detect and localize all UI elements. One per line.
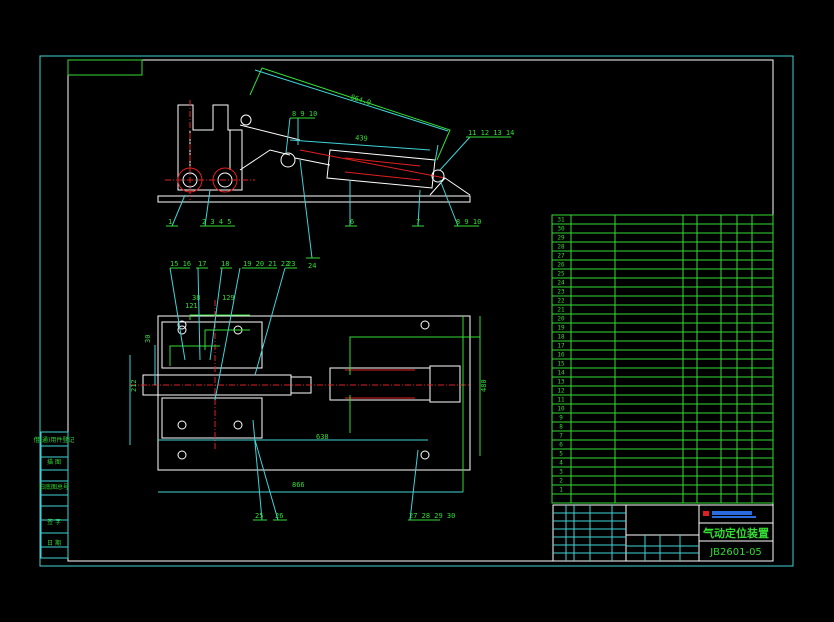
dim-129: 129 (222, 294, 235, 302)
balloon: 7 (416, 218, 420, 226)
parts-row-number: 1 (559, 487, 563, 494)
parts-row-number: 14 (557, 370, 565, 377)
parts-row-number: 9 (559, 415, 563, 422)
drawing-number: JB2601-05 (709, 547, 762, 558)
parts-row-number: 7 (559, 433, 563, 440)
balloon: 27 28 29 30 (409, 512, 455, 520)
dim-121: 121 (185, 302, 198, 310)
balloon: 15 16 (170, 260, 191, 268)
dim-638: 638 (316, 433, 329, 441)
parts-row-number: 28 (557, 244, 565, 251)
balloon: 8 9 10 (456, 218, 481, 226)
dim-overall: 864.9 (349, 93, 371, 107)
balloon: 11 12 13 14 (468, 129, 514, 137)
parts-row-number: 26 (557, 262, 565, 269)
title-block: 气动定位装置 JB2601-05 (552, 504, 774, 562)
balloon: 1 (168, 218, 172, 226)
balloon: 6 (350, 218, 354, 226)
strip-label: 签 字 (47, 518, 61, 526)
dim-30: 30 (144, 335, 152, 343)
parts-row-number: 25 (557, 271, 565, 278)
parts-row-number: 21 (557, 307, 565, 314)
logo-icon (703, 511, 709, 516)
dim-212: 212 (130, 379, 138, 392)
parts-row-number: 6 (559, 442, 563, 449)
balloon: 19 20 21 22 (243, 260, 289, 268)
plan-view: 38 121 129 30 212 638 866 480 15 16 17 1… (129, 260, 488, 521)
parts-row-number: 31 (557, 217, 565, 224)
side-view: 864.9 439 1 2 3 4 5 6 7 8 9 10 8 9 10 11… (157, 67, 514, 270)
strip-label: 借(通)用件登记 (34, 436, 75, 444)
parts-row-number: 13 (557, 379, 565, 386)
outer-frame (39, 55, 794, 567)
parts-row-number: 5 (559, 451, 563, 458)
balloon: 25 (255, 512, 263, 520)
parts-row-number: 23 (557, 289, 565, 296)
parts-row-number: 24 (557, 280, 565, 287)
parts-row-number: 30 (557, 226, 565, 233)
balloon: 23 (287, 260, 295, 268)
balloon: 18 (221, 260, 229, 268)
dim-866: 866 (292, 481, 305, 489)
strip-label: 日 期 (47, 539, 61, 547)
dim-stroke: 439 (355, 134, 368, 143)
inner-border (67, 59, 774, 562)
parts-row-number: 19 (557, 325, 565, 332)
parts-row-number: 22 (557, 298, 565, 305)
balloon: 17 (198, 260, 206, 268)
strip-label: 描 图 (47, 458, 61, 466)
corner-box (67, 59, 143, 76)
balloon: 2 3 4 5 (202, 218, 232, 226)
parts-row-number: 18 (557, 334, 565, 341)
parts-row-number: 20 (557, 316, 565, 323)
drawing-title: 气动定位装置 (702, 526, 769, 540)
dim-480: 480 (480, 379, 488, 392)
strip-label: 旧底图总号 (39, 483, 69, 491)
balloon: 8 9 10 (292, 110, 317, 118)
parts-row-number: 29 (557, 235, 565, 242)
parts-row-number: 8 (559, 424, 563, 431)
parts-row-number: 12 (557, 388, 565, 395)
parts-row-number: 15 (557, 361, 565, 368)
balloon: 26 (275, 512, 283, 520)
parts-row-number: 3 (559, 469, 563, 476)
parts-row-number: 4 (559, 460, 563, 467)
parts-row-number: 16 (557, 352, 565, 359)
parts-row-number: 17 (557, 343, 565, 350)
parts-row-number: 2 (559, 478, 563, 485)
parts-row-number: 11 (557, 397, 565, 404)
parts-row-number: 27 (557, 253, 565, 260)
balloon: 24 (308, 262, 316, 270)
parts-list: 3130292827262524232221201918171615141312… (551, 214, 774, 504)
cad-drawing: 借(通)用件登记 描 图 旧底图总号 签 字 日 期 864.9 439 1 2… (34, 55, 794, 567)
parts-row-number: 10 (557, 406, 565, 413)
